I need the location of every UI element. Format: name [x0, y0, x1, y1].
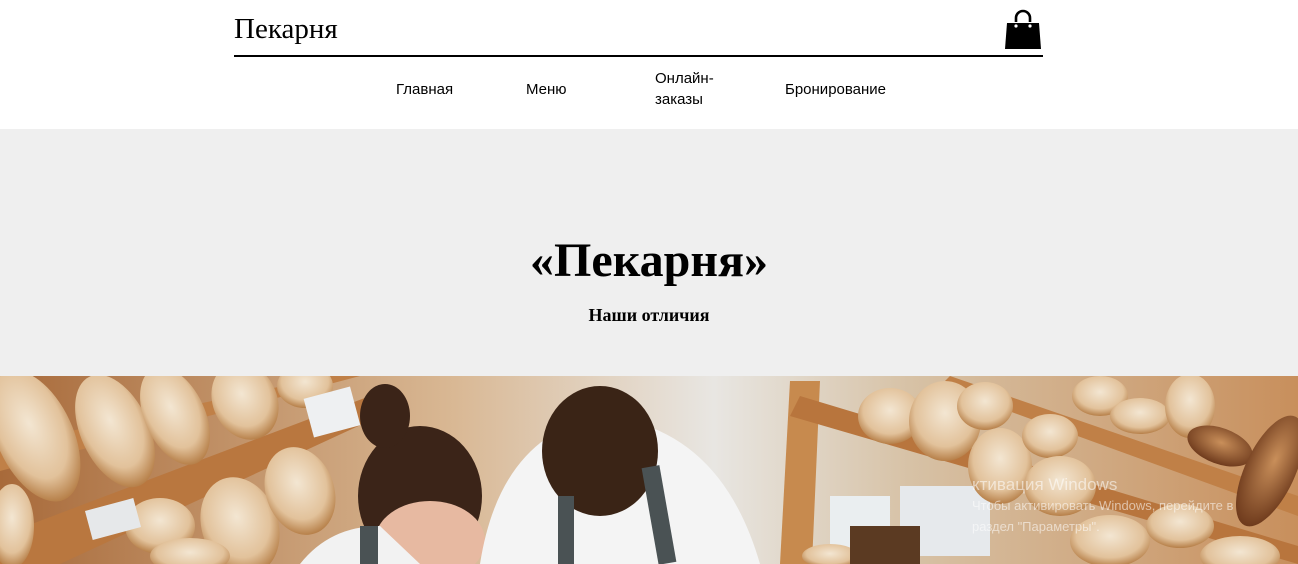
site-header: Пекарня Главная Меню Онлайн- заказы Брон… [0, 0, 1298, 129]
windows-activation-watermark: ктивация Windows Чтобы активировать Wind… [972, 474, 1233, 537]
watermark-line-2: Чтобы активировать Windows, перейдите в [972, 498, 1234, 513]
watermark-line-1: ктивация Windows [972, 475, 1118, 494]
nav-item-online-orders[interactable]: Онлайн- заказы [655, 68, 735, 110]
nav-item-online-orders-line2: заказы [655, 91, 703, 108]
watermark-line-3: раздел "Параметры". [972, 519, 1100, 534]
nav-item-home[interactable]: Главная [396, 79, 453, 100]
main-nav: Главная Меню Онлайн- заказы Бронирование [0, 57, 1298, 129]
hero-section: «Пекарня» Наши отличия [0, 129, 1298, 376]
shopping-bag-icon[interactable] [1004, 8, 1042, 50]
hero-subtitle: Наши отличия [588, 305, 710, 325]
hero-title: «Пекарня» [530, 234, 768, 287]
nav-item-booking[interactable]: Бронирование [785, 79, 886, 100]
nav-item-menu[interactable]: Меню [526, 79, 567, 100]
nav-item-online-orders-line1: Онлайн- [655, 70, 714, 87]
brand-logo-text[interactable]: Пекарня [234, 12, 338, 46]
